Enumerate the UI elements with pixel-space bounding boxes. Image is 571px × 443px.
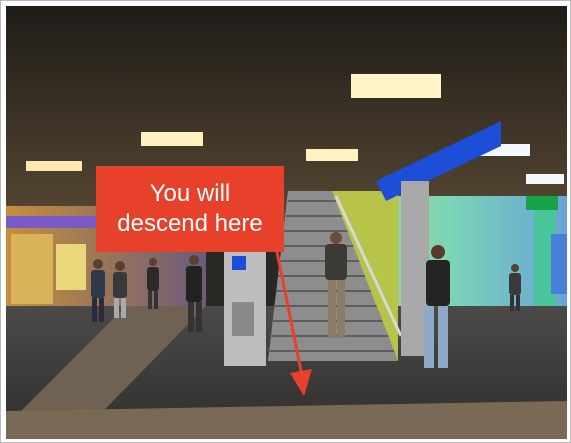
shop-window (11, 234, 53, 304)
ceiling-light (351, 74, 441, 98)
ceiling-light (526, 174, 564, 184)
pillar-sign (232, 256, 246, 270)
ceiling-light (306, 149, 358, 161)
blue-panel (551, 234, 567, 294)
station-photo: You will descend here (6, 6, 567, 439)
trash-bin (232, 302, 254, 336)
callout-label: You will descend here (96, 166, 284, 252)
person-left-1 (186, 255, 202, 332)
exit-sign (526, 196, 558, 210)
ceiling-light (141, 132, 203, 146)
ceiling-light (26, 161, 82, 171)
station-scene (6, 6, 567, 439)
callout-line-2: descend here (117, 210, 263, 237)
image-frame: You will descend here (0, 0, 571, 443)
person-stairs (325, 232, 347, 338)
callout-line-1: You will (149, 180, 231, 207)
shop-poster (56, 244, 86, 290)
